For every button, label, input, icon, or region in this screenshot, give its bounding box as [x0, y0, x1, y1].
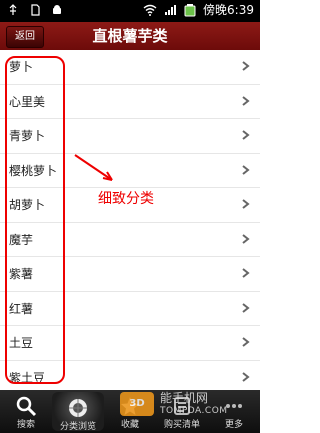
tab-browse-categories[interactable]: 分类浏览	[52, 392, 104, 432]
search-icon	[16, 396, 37, 417]
chevron-right-icon	[242, 233, 250, 244]
chevron-right-icon	[242, 268, 250, 278]
annotation-text: 细致分类	[98, 191, 154, 207]
chevron-right-icon	[242, 371, 250, 382]
page-title: 直根薯芋类	[92, 27, 168, 45]
chevron-right-icon	[242, 130, 250, 140]
title-bar: 返回 直根薯芋类	[0, 22, 260, 50]
tab-search[interactable]: 搜索	[0, 390, 52, 433]
chevron-right-icon	[242, 337, 250, 347]
status-time: 傍晚6:39	[203, 3, 254, 17]
sd-card-icon	[28, 3, 42, 17]
chevron-right-icon	[242, 199, 250, 209]
wifi-icon	[143, 3, 157, 17]
chevron-right-icon	[242, 164, 250, 175]
category-icon	[69, 399, 87, 417]
tab-label: 分类浏览	[59, 422, 96, 432]
watermark-title: 能手机网	[160, 391, 209, 405]
highlight-box	[5, 56, 65, 384]
annotation-arrow-icon	[74, 154, 113, 181]
status-bar: 傍晚6:39	[0, 0, 260, 22]
battery-icon	[183, 3, 197, 17]
chevron-right-icon	[242, 61, 250, 71]
watermark-url: TOMPDA.COM	[160, 406, 228, 416]
android-icon	[50, 3, 64, 17]
chevron-right-icon	[242, 302, 250, 313]
watermark: 3D 能手机网 TOMPDA.COM	[120, 386, 260, 422]
watermark-logo: 3D	[120, 392, 154, 416]
usb-icon	[6, 3, 20, 17]
tab-label: 搜索	[16, 420, 35, 430]
chevron-right-icon	[242, 95, 250, 106]
signal-icon	[163, 3, 177, 17]
